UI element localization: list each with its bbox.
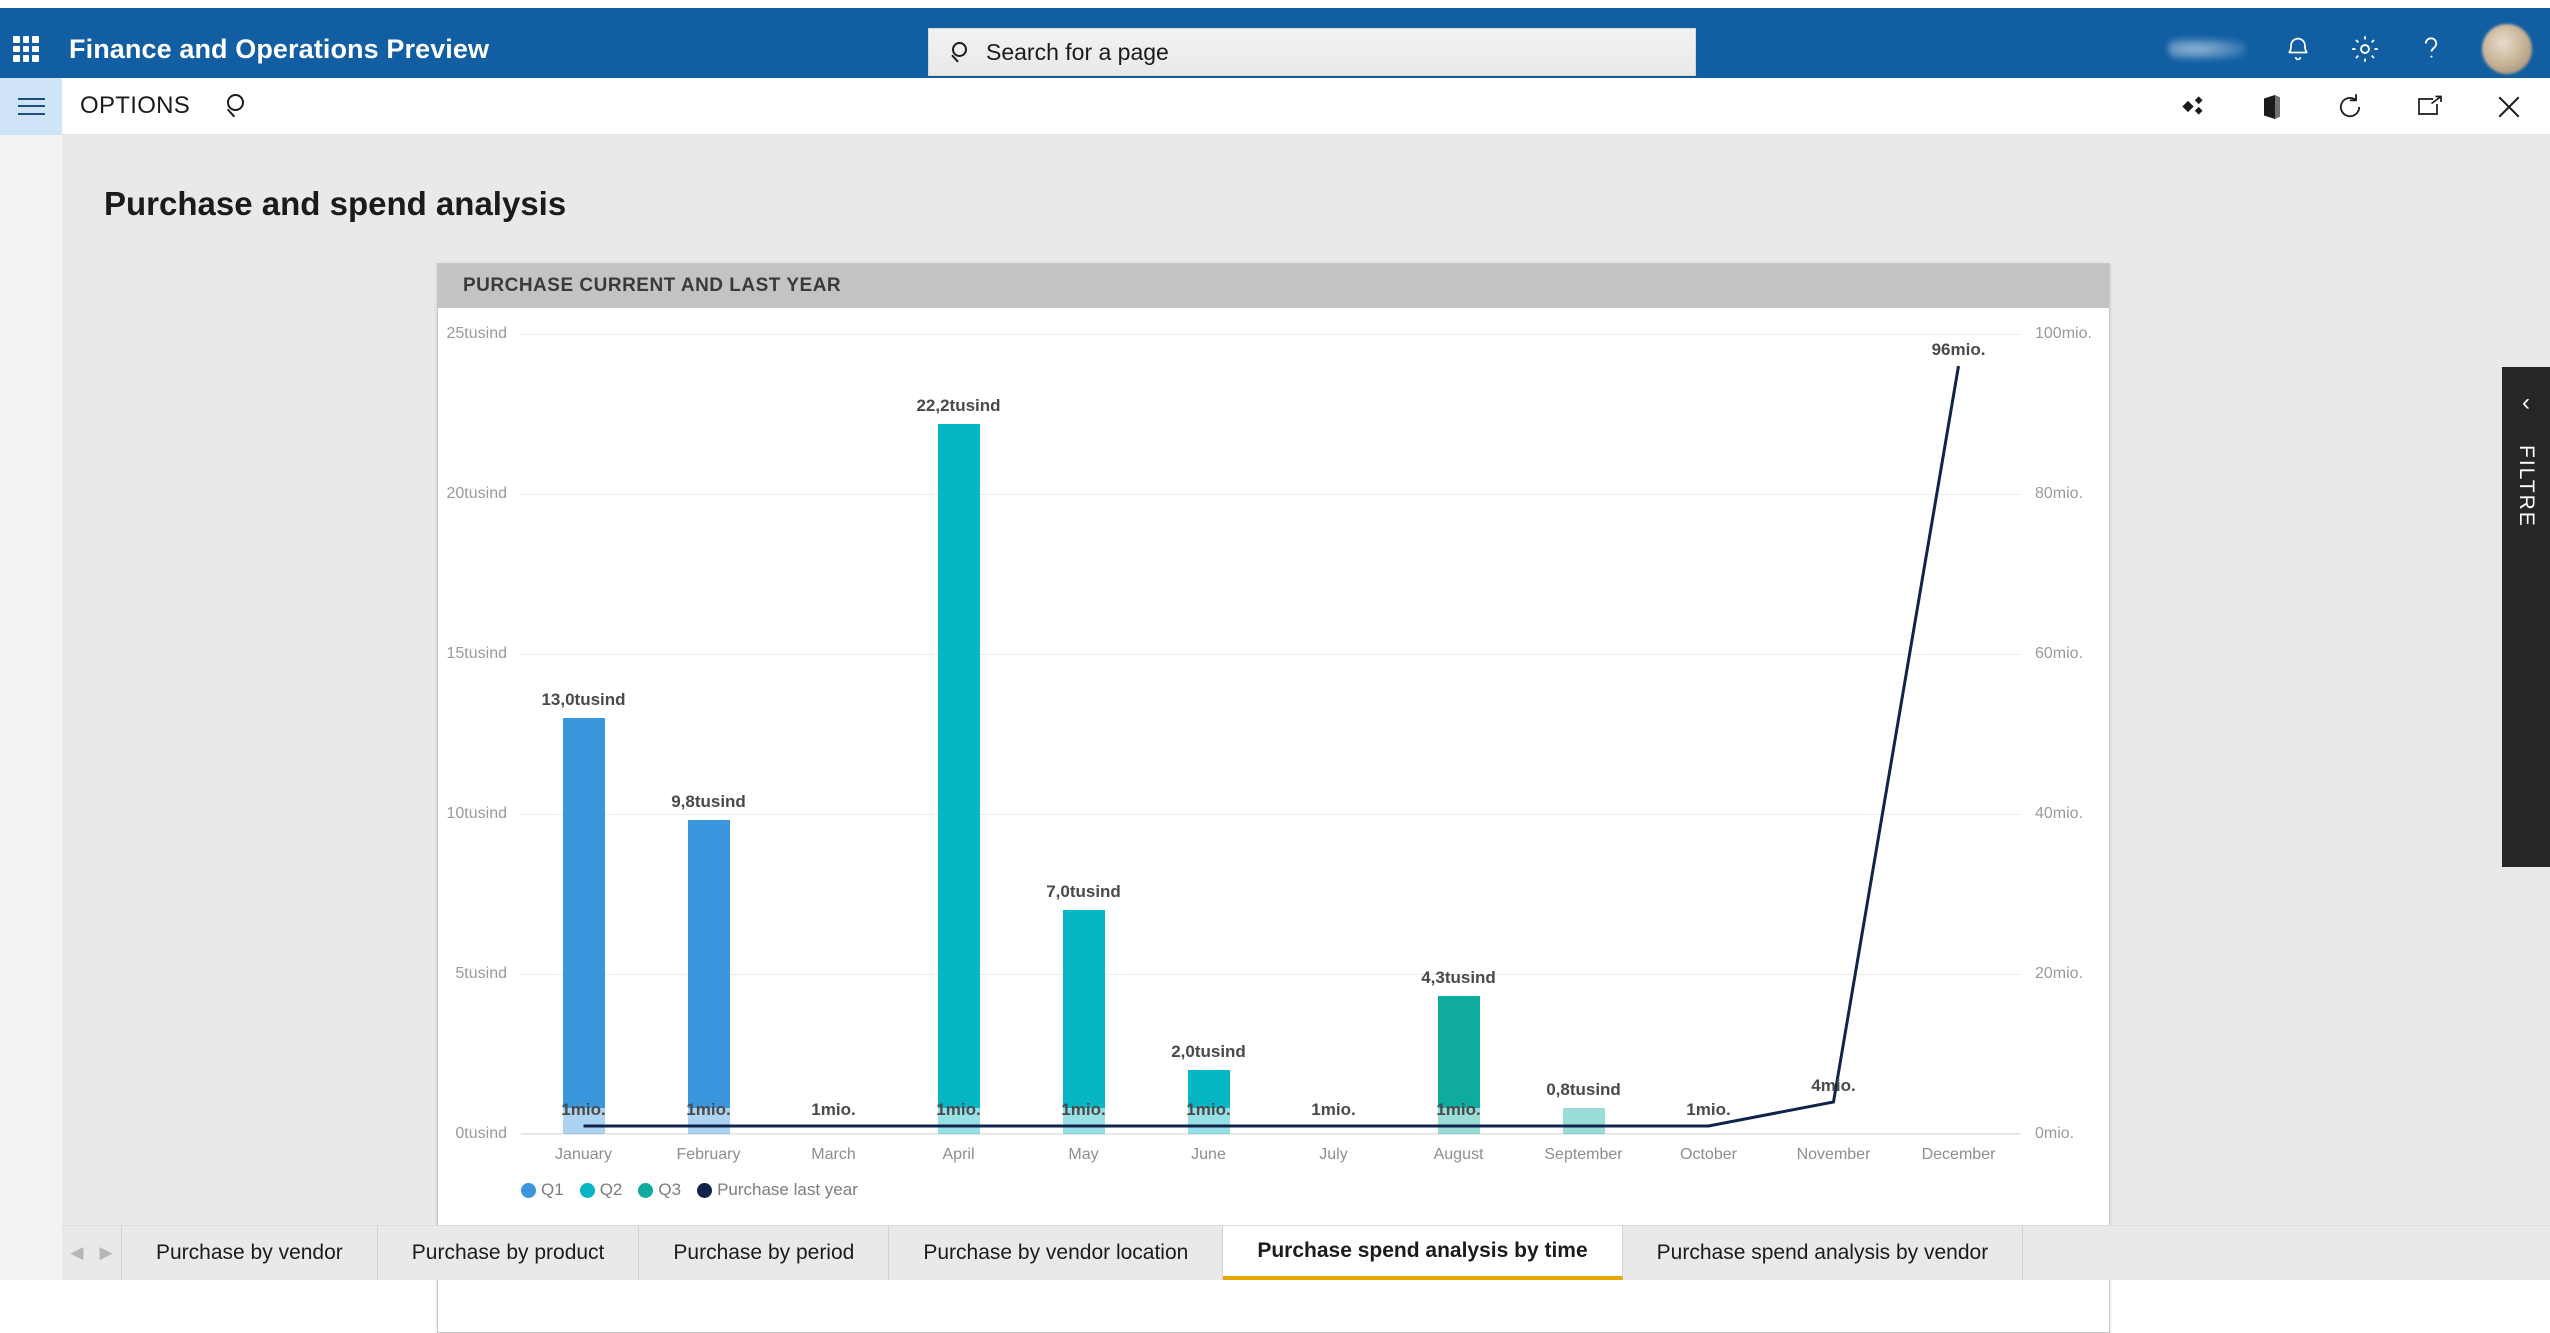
chart-legend: Q1 Q2 Q3 Purchase last year [521,1180,868,1200]
legend-label: Q2 [600,1180,623,1200]
x-axis-tick: April [942,1146,974,1164]
app-title: Finance and Operations Preview [69,34,489,65]
legend-color-swatch [697,1183,712,1198]
gridline [521,1134,2021,1135]
line-value-label: 4mio. [1811,1076,1855,1096]
line-series-purchase-last-year [521,334,2021,1134]
legend-color-swatch [638,1183,653,1198]
search-placeholder: Search for a page [986,39,1169,66]
tab-purchase-by-period[interactable]: Purchase by period [639,1226,889,1280]
question-mark-icon[interactable] [2418,34,2444,64]
tab-purchase-by-product[interactable]: Purchase by product [378,1226,640,1280]
y-axis-right-tick: 0mio. [2035,1125,2074,1143]
line-value-label: 1mio. [1311,1100,1355,1120]
company-logo [2168,38,2246,60]
gear-icon[interactable] [2350,34,2380,64]
y-axis-right-tick: 100mio. [2035,325,2092,343]
tab-purchase-spend-analysis-by-vendor[interactable]: Purchase spend analysis by vendor [1623,1226,2024,1280]
tab-purchase-by-vendor-location[interactable]: Purchase by vendor location [889,1226,1223,1280]
tab-strip-filler [2023,1226,2550,1280]
y-axis-right-tick: 60mio. [2035,645,2083,663]
avatar[interactable] [2482,24,2532,74]
tab-next-icon[interactable]: ▶ [100,1243,113,1263]
toolbar-actions [2182,78,2522,135]
x-axis-tick: July [1319,1146,1347,1164]
tab-purchase-spend-analysis-by-time[interactable]: Purchase spend analysis by time [1223,1226,1622,1280]
chevron-left-icon[interactable]: ‹ [2522,391,2530,415]
x-axis-tick: December [1922,1146,1996,1164]
line-value-label: 1mio. [1436,1100,1480,1120]
legend-item[interactable]: Q1 [521,1180,564,1200]
office-app-icon[interactable] [2260,93,2284,121]
options-toolbar: OPTIONS [0,78,2550,135]
x-axis-tick: September [1544,1146,1622,1164]
line-value-label: 1mio. [686,1100,730,1120]
search-icon [951,41,973,63]
line-value-label: 1mio. [1061,1100,1105,1120]
x-axis-tick: February [676,1146,740,1164]
y-axis-left-tick: 25tusind [447,325,508,343]
options-button[interactable]: OPTIONS [80,92,190,120]
line-value-label: 1mio. [936,1100,980,1120]
line-value-label: 1mio. [1686,1100,1730,1120]
x-axis-tick: March [811,1146,855,1164]
bottom-tab-strip: ◀ ▶ Purchase by vendorPurchase by produc… [62,1225,2550,1280]
x-axis-tick: August [1434,1146,1484,1164]
legend-item[interactable]: Q3 [638,1180,681,1200]
personalize-diamond-icon[interactable] [2182,96,2208,118]
line-value-label: 1mio. [1186,1100,1230,1120]
chart-card-header: PURCHASE CURRENT AND LAST YEAR [438,264,2109,308]
refresh-icon[interactable] [2336,93,2364,121]
search-input[interactable]: Search for a page [928,28,1696,76]
line-value-label: 1mio. [811,1100,855,1120]
bell-icon[interactable] [2284,34,2312,64]
page-title: Purchase and spend analysis [104,185,566,223]
y-axis-left-tick: 10tusind [447,805,508,823]
chart-plot-area: 0tusind5tusind10tusind15tusind20tusind25… [521,334,2021,1134]
line-value-label: 96mio. [1932,340,1986,360]
open-in-new-window-icon[interactable] [2416,95,2444,119]
chart-card-title: PURCHASE CURRENT AND LAST YEAR [463,275,841,297]
left-rail [0,135,62,1280]
y-axis-left-tick: 5tusind [455,965,507,983]
y-axis-left-tick: 20tusind [447,485,508,503]
y-axis-right-tick: 20mio. [2035,965,2083,983]
x-axis-tick: January [555,1146,612,1164]
legend-label: Q1 [541,1180,564,1200]
legend-item[interactable]: Purchase last year [697,1180,858,1200]
filter-panel-label: FILTRE [2514,445,2538,528]
chart-card: PURCHASE CURRENT AND LAST YEAR 0tusind 5t… [437,263,2110,1333]
filter-panel-toggle[interactable]: ‹ FILTRE [2502,367,2550,867]
x-axis-tick: November [1797,1146,1871,1164]
tab-prev-icon[interactable]: ◀ [70,1243,83,1263]
y-axis-left-tick: 15tusind [447,645,508,663]
chart-body: 0tusind 5tusind 10tusind 15tusind 20tusind 25… [438,308,2109,1332]
x-axis-tick: May [1068,1146,1098,1164]
legend-color-swatch [521,1183,536,1198]
x-axis-tick: October [1680,1146,1737,1164]
legend-label: Q3 [658,1180,681,1200]
tab-purchase-by-vendor[interactable]: Purchase by vendor [122,1226,378,1280]
global-search[interactable]: Search for a page [928,28,1696,76]
hamburger-icon[interactable] [0,78,62,135]
x-axis-tick: June [1191,1146,1226,1164]
toolbar-search-icon[interactable] [226,93,252,119]
legend-color-swatch [580,1183,595,1198]
y-axis-right-tick: 40mio. [2035,805,2083,823]
tab-scroll-controls: ◀ ▶ [62,1226,122,1280]
y-axis-left-tick: 0tusind [455,1125,507,1143]
legend-label: Purchase last year [717,1180,858,1200]
legend-item[interactable]: Q2 [580,1180,623,1200]
line-value-label: 1mio. [561,1100,605,1120]
close-icon[interactable] [2496,94,2522,120]
app-launcher-icon[interactable] [13,36,39,62]
y-axis-right-tick: 80mio. [2035,485,2083,503]
page-content: Purchase and spend analysis PURCHASE CUR… [62,135,2550,1280]
